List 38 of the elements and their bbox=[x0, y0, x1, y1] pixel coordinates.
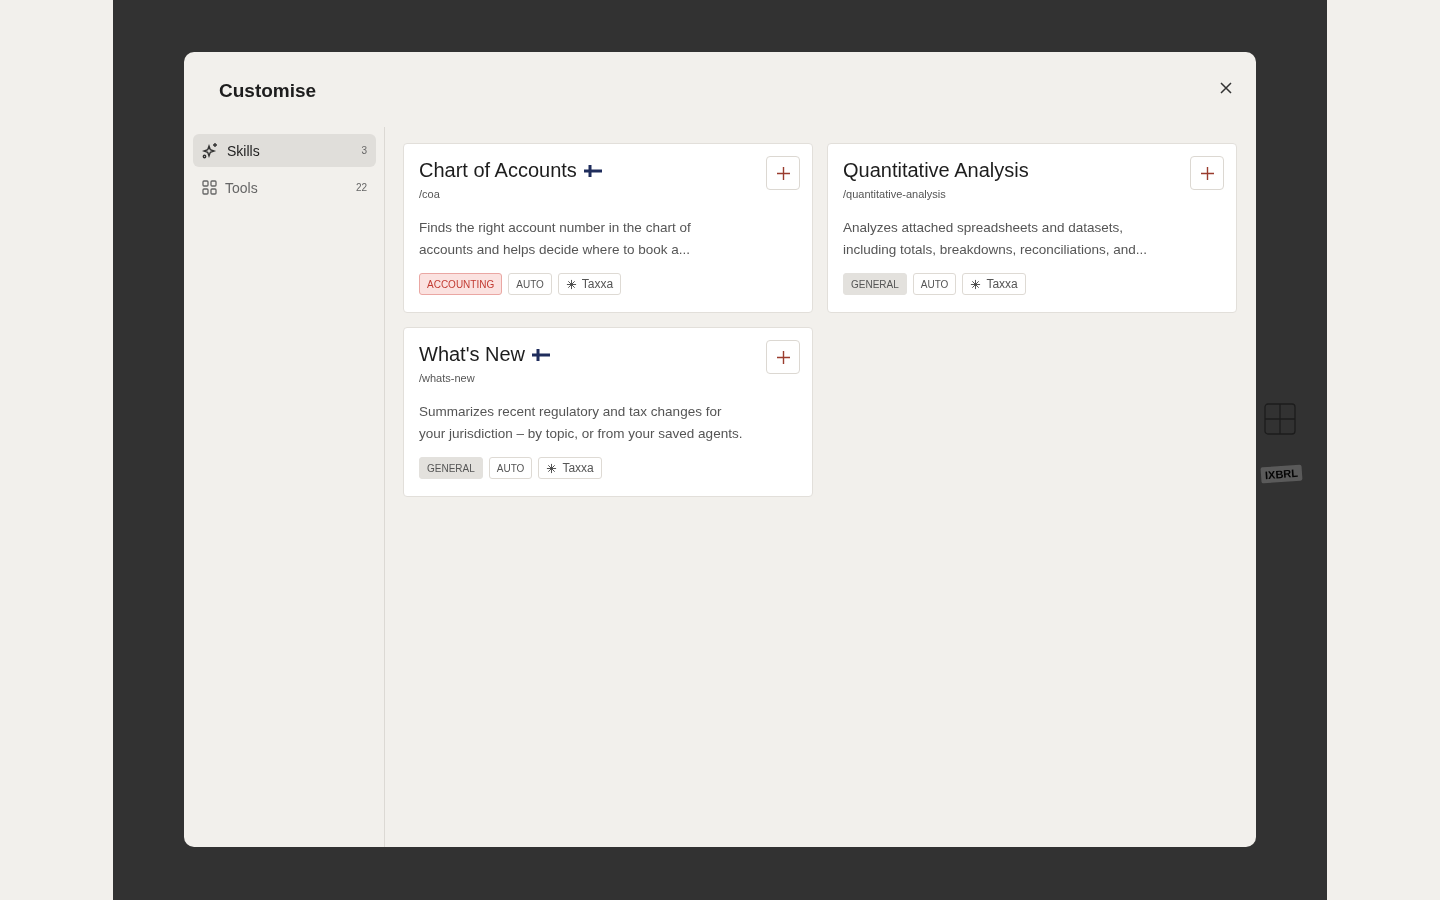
category-tag: GENERAL bbox=[843, 273, 907, 295]
card-title: What's New bbox=[419, 343, 526, 366]
dialog-title: Customise bbox=[219, 80, 317, 102]
sparkle-icon bbox=[970, 278, 982, 290]
background-label: IXBRL bbox=[1260, 464, 1303, 484]
sidebar-item[interactable]: Skills 3 bbox=[193, 134, 376, 167]
sparkle-icon bbox=[546, 462, 558, 474]
category-tag: ACCOUNTING bbox=[419, 273, 503, 295]
plus-icon bbox=[776, 350, 790, 364]
card-title: Chart of Accounts bbox=[419, 159, 577, 182]
close-icon bbox=[1220, 82, 1232, 94]
source-tag: Taxxa bbox=[557, 273, 622, 295]
plus-icon bbox=[1200, 166, 1214, 180]
add-button[interactable] bbox=[1190, 156, 1224, 190]
source-tag: Taxxa bbox=[538, 457, 602, 479]
sidebar-item[interactable]: Tools 22 bbox=[193, 171, 376, 204]
card-command: /quantitative-analysis bbox=[843, 188, 946, 200]
card-command: /coa bbox=[419, 188, 440, 200]
sparkles-icon bbox=[202, 142, 219, 159]
item-count: 3 bbox=[361, 145, 367, 156]
card-title: Quantitative Analysis bbox=[843, 159, 1029, 182]
card-command: /whats-new bbox=[419, 372, 475, 384]
card-description: Summarizes recent regulatory and tax changes for your jurisdiction – by topic, or from your saved agents. bbox=[419, 403, 744, 443]
card-description: Finds the right account number in the chart of accounts and helps decide where to book a... bbox=[419, 219, 692, 259]
add-button[interactable] bbox=[766, 156, 800, 190]
source-tag: Taxxa bbox=[962, 273, 1026, 295]
sidebar-label: Skills bbox=[227, 142, 261, 159]
mode-tag: AUTO bbox=[488, 457, 533, 479]
plus-icon bbox=[776, 166, 790, 180]
mode-tag: AUTO bbox=[912, 273, 957, 295]
grid-icon bbox=[202, 180, 217, 195]
sparkle-icon bbox=[565, 278, 577, 290]
sidebar-label: Tools bbox=[225, 179, 259, 196]
add-button[interactable] bbox=[766, 340, 800, 374]
item-count: 22 bbox=[355, 182, 367, 193]
category-tag: GENERAL bbox=[419, 457, 483, 479]
card-description: Analyzes attached spreadsheets and datasets, including totals, breakdowns, reconciliations, and... bbox=[843, 219, 1148, 259]
mode-tag: AUTO bbox=[508, 273, 552, 295]
